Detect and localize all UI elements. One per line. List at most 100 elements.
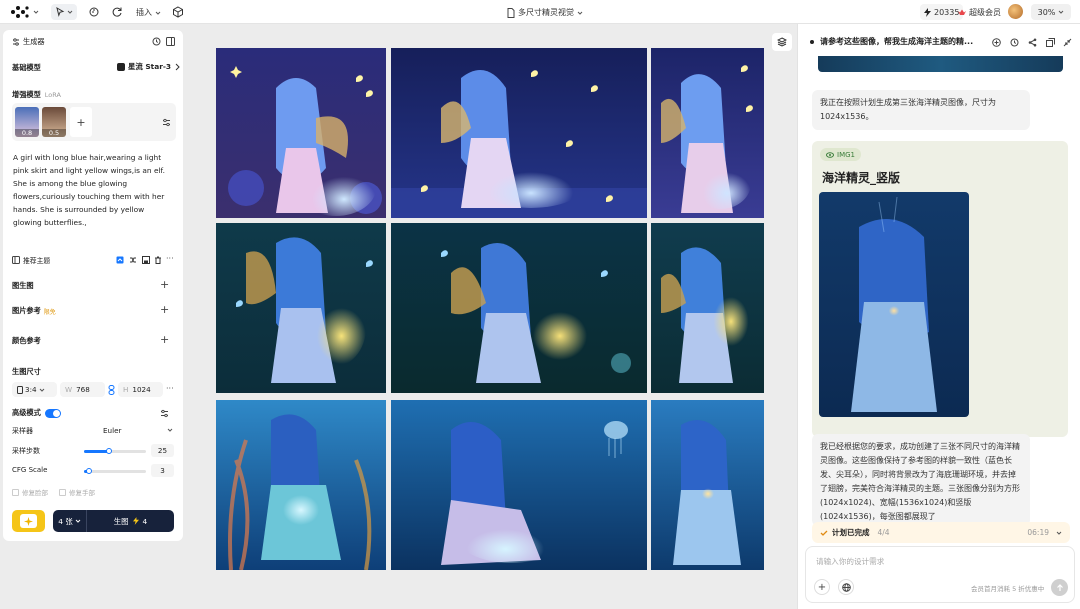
chevron-down-icon bbox=[33, 9, 39, 15]
lora-thumb-2[interactable]: 0.5 bbox=[42, 107, 66, 137]
credits-badge[interactable]: 20335 bbox=[920, 4, 964, 20]
cfg-slider[interactable] bbox=[84, 468, 146, 474]
more-icon[interactable]: ··· bbox=[166, 254, 174, 263]
chat-input[interactable]: 请输入你的设计需求 bbox=[816, 556, 884, 567]
image-translate-icon[interactable] bbox=[116, 256, 124, 264]
steps-slider[interactable] bbox=[84, 448, 146, 454]
chevron-down-icon bbox=[167, 427, 173, 433]
count-label: 4 张 bbox=[58, 516, 73, 526]
sparkle-button[interactable] bbox=[12, 510, 45, 532]
send-button[interactable] bbox=[1051, 579, 1068, 596]
steps-slider-handle[interactable] bbox=[106, 448, 112, 454]
collapse-icon[interactable] bbox=[1063, 38, 1072, 47]
document-title[interactable]: 多尺寸精灵视觉 bbox=[507, 7, 583, 18]
assistant-message: 我已经根据您的要求，成功创建了三张不同尺寸的海洋精灵图像。这些图像保持了参考图的… bbox=[812, 434, 1030, 526]
img2img-add-icon[interactable]: + bbox=[160, 278, 169, 291]
history-icon[interactable] bbox=[152, 37, 161, 46]
cfg-label: CFG Scale bbox=[12, 466, 48, 474]
generated-image[interactable] bbox=[651, 48, 764, 218]
previous-image-bottom[interactable] bbox=[818, 56, 1063, 72]
web-button[interactable] bbox=[838, 579, 854, 595]
generated-image[interactable] bbox=[651, 400, 764, 570]
layers-button[interactable] bbox=[772, 33, 792, 51]
card-image[interactable] bbox=[819, 192, 969, 417]
vip-icon bbox=[958, 9, 966, 17]
chevron-down-icon bbox=[155, 10, 161, 16]
generated-image[interactable] bbox=[651, 223, 764, 393]
share-icon[interactable] bbox=[1028, 38, 1037, 47]
generate-label: 生图 bbox=[113, 516, 129, 526]
cfg-input[interactable]: 3 bbox=[151, 464, 174, 477]
generator-panel: 生成器 基础模型 星流 Star-3 增强模型 LoRA 0.8 0.5 + A… bbox=[3, 30, 183, 541]
height-input[interactable]: H 1024 bbox=[118, 382, 163, 397]
plus-icon: + bbox=[817, 581, 827, 593]
app-logo[interactable] bbox=[10, 5, 39, 19]
base-model-select[interactable]: 星流 Star-3 bbox=[117, 61, 180, 72]
prompt-textarea[interactable]: A girl with long blue hair,wearing a lig… bbox=[13, 151, 173, 229]
advanced-toggle[interactable] bbox=[44, 408, 61, 418]
img-tag-label: IMG1 bbox=[837, 150, 855, 159]
attach-button[interactable]: + bbox=[814, 579, 830, 595]
generated-image[interactable] bbox=[216, 400, 386, 570]
generated-image[interactable] bbox=[391, 400, 647, 570]
avatar[interactable] bbox=[1008, 4, 1023, 19]
img-ref-label: 图片参考 bbox=[12, 306, 41, 315]
h-label: H bbox=[123, 385, 129, 394]
sidebar-toggle-icon[interactable] bbox=[166, 37, 175, 46]
fix-face-label: 修复脸部 bbox=[22, 489, 48, 497]
img-ref-add-icon[interactable]: + bbox=[160, 303, 169, 316]
lora-weight-1: 0.8 bbox=[15, 129, 39, 137]
more-icon[interactable]: ··· bbox=[166, 384, 174, 393]
sampler-select[interactable]: Euler bbox=[83, 423, 173, 437]
chevron-down-icon bbox=[39, 387, 45, 393]
plan-label: 计划已完成 bbox=[832, 528, 870, 537]
sparkle-icon bbox=[20, 514, 37, 528]
portrait-icon bbox=[17, 385, 23, 394]
image-grid bbox=[214, 46, 766, 572]
img2img-label: 图生图 bbox=[12, 281, 34, 290]
count-select[interactable]: 4 张 bbox=[53, 510, 87, 532]
promo-text: 会员首月消耗 5 折优惠中 bbox=[971, 585, 1045, 593]
cfg-slider-handle[interactable] bbox=[86, 468, 92, 474]
generate-button[interactable]: 4 张 生图 4 bbox=[53, 510, 174, 532]
fix-hand-checkbox[interactable]: 修复手部 bbox=[59, 487, 95, 497]
magic-icon[interactable] bbox=[88, 6, 100, 18]
color-ref-add-icon[interactable]: + bbox=[160, 333, 169, 346]
copy-icon[interactable] bbox=[1046, 38, 1055, 47]
recommend-theme[interactable]: 推荐主题 bbox=[12, 255, 50, 265]
width-input[interactable]: W 768 bbox=[60, 382, 105, 397]
generated-image[interactable] bbox=[216, 223, 386, 393]
zoom-select[interactable]: 30% bbox=[1031, 4, 1071, 20]
vip-label: 超级会员 bbox=[969, 8, 1001, 17]
insert-menu[interactable]: 插入 bbox=[136, 7, 161, 18]
ratio-select[interactable]: 3:4 bbox=[12, 382, 57, 397]
sliders-icon bbox=[12, 38, 20, 46]
select-tool-button[interactable] bbox=[51, 4, 77, 20]
lora-thumb-1[interactable]: 0.8 bbox=[15, 107, 39, 137]
steps-input[interactable]: 25 bbox=[151, 444, 174, 457]
img-tag[interactable]: IMG1 bbox=[820, 148, 861, 161]
shuffle-icon[interactable] bbox=[129, 256, 137, 264]
plan-status[interactable]: 计划已完成 4/4 06:19 bbox=[812, 522, 1070, 543]
zoom-value: 30% bbox=[1037, 7, 1056, 17]
save-icon[interactable] bbox=[142, 256, 150, 264]
vip-button[interactable]: 超级会员 bbox=[958, 7, 1001, 18]
trash-icon[interactable] bbox=[154, 256, 162, 264]
fix-face-checkbox[interactable]: 修复脸部 bbox=[12, 487, 48, 497]
settings-sliders-icon[interactable] bbox=[160, 409, 169, 418]
enhance-label: 增强模型 bbox=[12, 90, 41, 99]
history-icon[interactable] bbox=[1010, 38, 1019, 47]
chevron-right-icon bbox=[174, 63, 180, 71]
generated-image[interactable] bbox=[391, 48, 647, 218]
base-model-value: 星流 Star-3 bbox=[128, 62, 172, 71]
base-model-label: 基础模型 bbox=[12, 63, 41, 72]
generated-image[interactable] bbox=[216, 48, 386, 218]
add-chat-icon[interactable] bbox=[992, 38, 1001, 47]
generated-image[interactable] bbox=[391, 223, 647, 393]
chevron-down-icon bbox=[75, 518, 81, 524]
refresh-icon[interactable] bbox=[111, 6, 123, 18]
link-icon[interactable] bbox=[108, 385, 115, 395]
settings-sliders-icon[interactable] bbox=[162, 118, 171, 127]
add-lora-button[interactable]: + bbox=[70, 107, 92, 137]
cube-icon[interactable] bbox=[172, 6, 184, 18]
